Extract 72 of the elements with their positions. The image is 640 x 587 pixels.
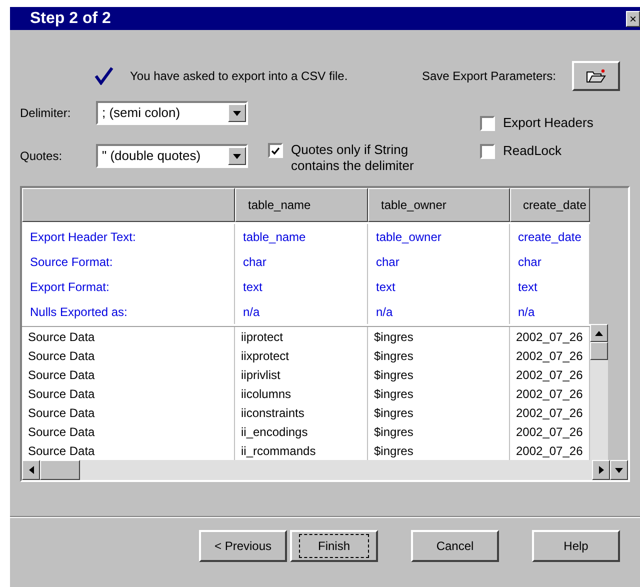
grid-cell: iixprotect (235, 346, 368, 365)
quotes-label: Quotes: (20, 148, 64, 165)
scroll-thumb[interactable] (40, 460, 80, 480)
grid-cell: text (510, 274, 590, 299)
left-arrow-icon (28, 466, 34, 474)
grid-cell: text (235, 274, 368, 299)
grid-cell: iiprivlist (235, 365, 368, 384)
grid-cell: $ingres (368, 384, 510, 403)
grid-cell: n/a (235, 299, 368, 324)
grid-cell: ii_encodings (235, 422, 368, 441)
checkmark-icon (94, 67, 114, 85)
grid-cell: char (368, 249, 510, 274)
grid-cell: Export Header Text: (22, 224, 235, 249)
grid-cell: iiprotect (235, 327, 368, 346)
grid-cell: char (510, 249, 590, 274)
vertical-scrollbar[interactable] (590, 324, 608, 460)
grid-cell: Nulls Exported as: (22, 299, 235, 324)
dialog-button[interactable]: Finish (290, 530, 378, 562)
dialog-button[interactable]: Cancel (411, 530, 499, 562)
checkbox[interactable] (480, 116, 495, 131)
grid-cell: $ingres (368, 327, 510, 346)
scroll-left-button[interactable] (22, 460, 40, 480)
checkmark-icon (271, 146, 280, 154)
up-arrow-icon (595, 330, 603, 336)
grid-cell: n/a (510, 299, 590, 324)
grid-cell: Export Format: (22, 274, 235, 299)
grid-cell: $ingres (368, 422, 510, 441)
column-header[interactable]: table_owner (368, 188, 510, 222)
save-parameters-button[interactable] (572, 61, 620, 91)
grid-cell: Source Data (22, 403, 235, 422)
scroll-thumb[interactable] (590, 342, 608, 360)
horizontal-scrollbar[interactable] (22, 460, 628, 480)
grid-cell: n/a (368, 299, 510, 324)
grid-cell: Source Format: (22, 249, 235, 274)
grid-cell: table_owner (368, 224, 510, 249)
grid-cell: create_date (510, 224, 590, 249)
close-button[interactable]: × (626, 10, 640, 26)
grid-cell: $ingres (368, 403, 510, 422)
checkbox-label: Export Headers (503, 115, 594, 131)
grid-cell: Source Data (22, 327, 235, 346)
grid-cell: text (368, 274, 510, 299)
checkbox-label: Quotes only if String contains the delimiter (291, 142, 415, 174)
grid-cell: Source Data (22, 346, 235, 365)
scroll-down-button[interactable] (610, 460, 628, 480)
grid-cell: iiconstraints (235, 403, 368, 422)
column-header[interactable]: create_date (510, 188, 590, 222)
grid-cell: $ingres (368, 346, 510, 365)
window-title: Step 2 of 2 (30, 8, 111, 28)
scroll-up-button[interactable] (590, 324, 608, 342)
save-parameters-label: Save Export Parameters: (422, 68, 556, 85)
delimiter-label: Delimiter: (20, 105, 72, 122)
export-message: You have asked to export into a CSV file. (130, 68, 348, 85)
grid-cell: char (235, 249, 368, 274)
checkbox-label: ReadLock (503, 143, 562, 159)
dropdown[interactable]: ; (semi colon) (96, 101, 248, 125)
folder-icon (586, 69, 606, 83)
grid-cell: table_name (235, 224, 368, 249)
column-header[interactable]: table_name (235, 188, 368, 222)
grid-cell: $ingres (368, 365, 510, 384)
checkbox[interactable] (480, 144, 495, 159)
column-header[interactable] (22, 188, 235, 222)
dialog-button[interactable]: < Previous (199, 530, 287, 562)
dialog-button[interactable]: Help (532, 530, 620, 562)
grid-cell: Source Data (22, 384, 235, 403)
scroll-right-button[interactable] (592, 460, 610, 480)
grid-cell: iicolumns (235, 384, 368, 403)
grid-cell: Source Data (22, 365, 235, 384)
down-arrow-icon (615, 468, 623, 472)
grid-cell: Source Data (22, 422, 235, 441)
right-arrow-icon (598, 466, 604, 474)
checkbox[interactable] (268, 143, 283, 158)
dropdown[interactable]: " (double quotes) (96, 144, 248, 168)
